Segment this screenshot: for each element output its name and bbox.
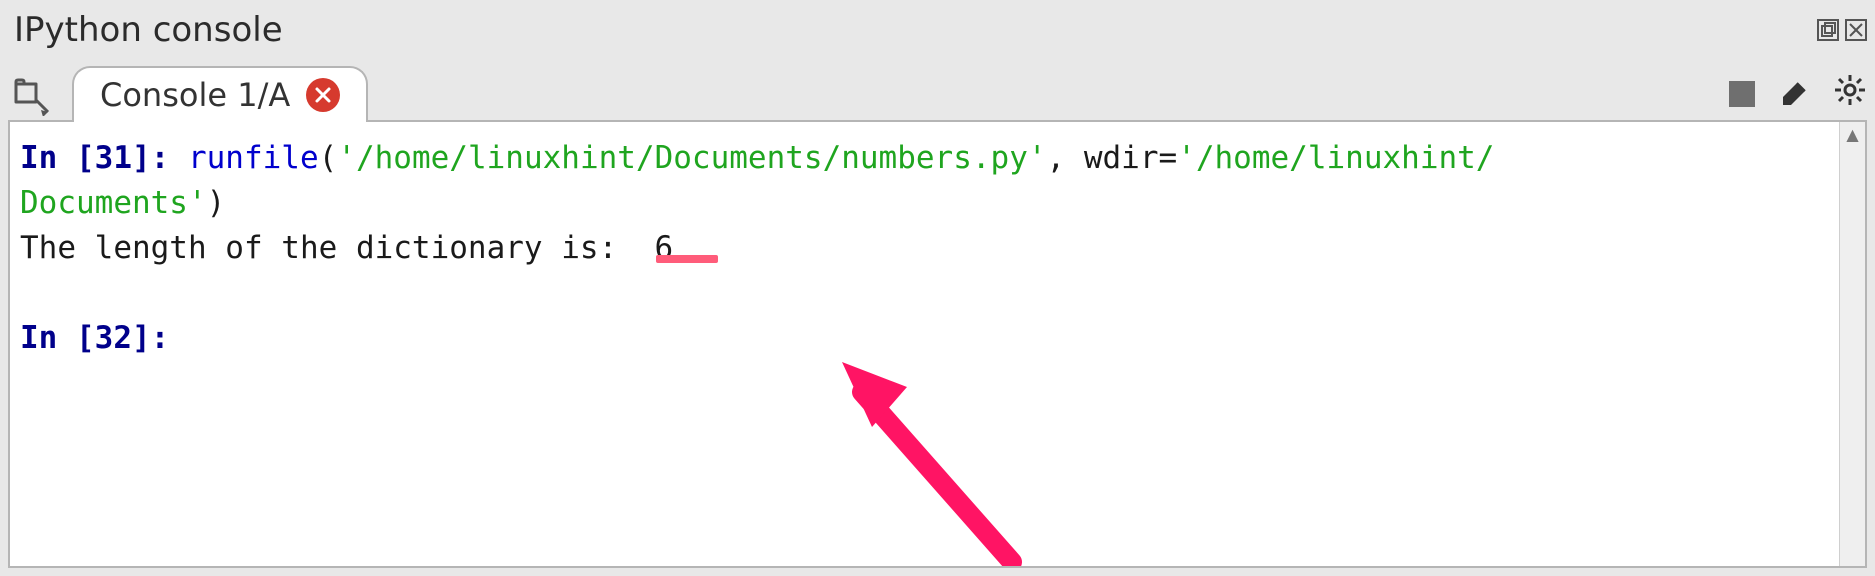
browse-tabs-icon[interactable] [12,76,52,116]
code-paren: ( [319,140,338,176]
console-output[interactable]: In [31]: runfile('/home/linuxhint/Docume… [10,122,1839,566]
prompt-in: In [31]: [20,140,169,176]
code-paren: ) [207,185,226,221]
close-tab-icon[interactable] [306,78,340,112]
code-string: Documents' [20,185,207,221]
code-kwarg: , wdir= [1047,140,1178,176]
tab-bar: Console 1/A [0,58,1875,120]
panel-titlebar: IPython console [0,0,1875,58]
console-toolbar [1729,73,1867,114]
annotation-underline [656,255,718,263]
clear-icon[interactable] [1777,73,1811,114]
annotation-arrow [710,297,1082,566]
prompt-in: In [32]: [20,320,169,356]
scroll-up-icon[interactable]: ▲ [1840,122,1865,146]
window-controls [1817,19,1867,41]
panel-title: IPython console [14,10,283,50]
output-text: The length of the dictionary is: 6 [20,230,673,266]
tab-console-1a[interactable]: Console 1/A [72,66,368,122]
stop-icon[interactable] [1729,81,1755,107]
close-panel-icon[interactable] [1845,19,1867,41]
code-string: '/home/linuxhint/ [1177,140,1494,176]
code-fn: runfile [188,140,319,176]
restore-icon[interactable] [1817,19,1839,41]
options-gear-icon[interactable] [1833,73,1867,114]
tab-label: Console 1/A [100,76,290,114]
scrollbar[interactable]: ▲ [1839,122,1865,566]
code-string: '/home/linuxhint/Documents/numbers.py' [337,140,1046,176]
console-container: In [31]: runfile('/home/linuxhint/Docume… [8,120,1867,568]
